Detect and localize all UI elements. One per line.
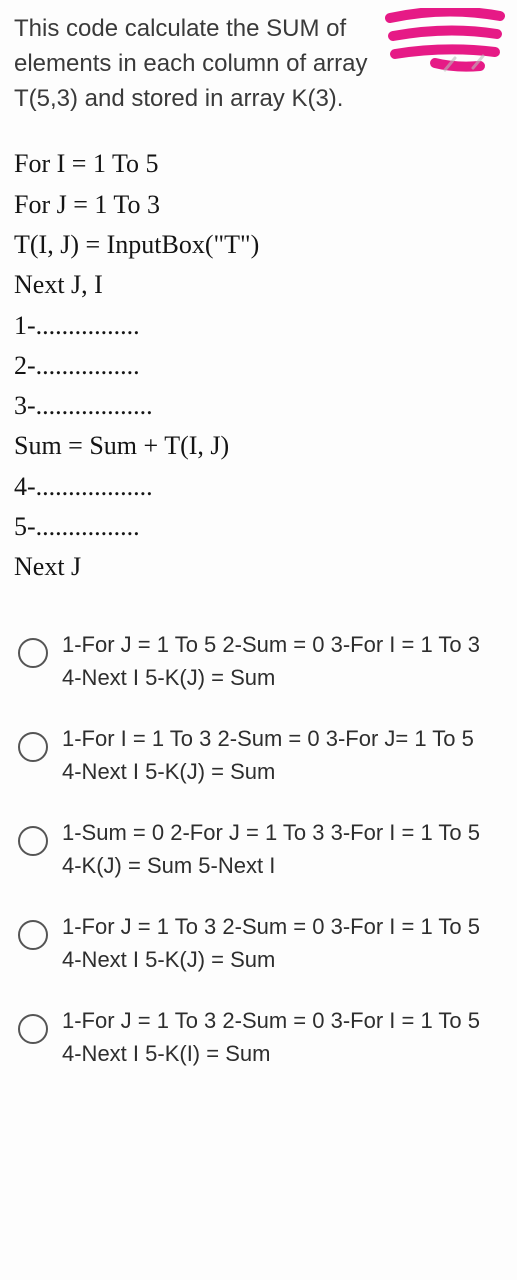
option-text: 1-For J = 1 To 5 2-Sum = 0 3-For I = 1 T… — [62, 628, 499, 694]
code-line: Next J — [14, 547, 503, 587]
code-line: 1-................ — [14, 306, 503, 346]
option-1[interactable]: 1-For J = 1 To 5 2-Sum = 0 3-For I = 1 T… — [14, 614, 503, 708]
code-line: 4-.................. — [14, 467, 503, 507]
option-2[interactable]: 1-For I = 1 To 3 2-Sum = 0 3-For J= 1 To… — [14, 708, 503, 802]
options-group: 1-For J = 1 To 5 2-Sum = 0 3-For I = 1 T… — [14, 614, 503, 1084]
code-line: For I = 1 To 5 — [14, 144, 503, 184]
radio-icon — [18, 1014, 48, 1044]
code-line: 2-................ — [14, 346, 503, 386]
radio-icon — [18, 826, 48, 856]
option-5[interactable]: 1-For J = 1 To 3 2-Sum = 0 3-For I = 1 T… — [14, 990, 503, 1084]
radio-icon — [18, 920, 48, 950]
question-page: This code calculate the SUM of elements … — [0, 0, 517, 1280]
radio-icon — [18, 638, 48, 668]
radio-icon — [18, 732, 48, 762]
option-text: 1-Sum = 0 2-For J = 1 To 3 3-For I = 1 T… — [62, 816, 499, 882]
question-intro: This code calculate the SUM of elements … — [14, 12, 503, 116]
code-line: T(I, J) = InputBox("T") — [14, 225, 503, 265]
code-line: For J = 1 To 3 — [14, 185, 503, 225]
code-line: Next J, I — [14, 265, 503, 305]
option-text: 1-For J = 1 To 3 2-Sum = 0 3-For I = 1 T… — [62, 1004, 499, 1070]
code-line: 3-.................. — [14, 386, 503, 426]
code-line: 5-................ — [14, 507, 503, 547]
option-text: 1-For J = 1 To 3 2-Sum = 0 3-For I = 1 T… — [62, 910, 499, 976]
option-3[interactable]: 1-Sum = 0 2-For J = 1 To 3 3-For I = 1 T… — [14, 802, 503, 896]
code-block: For I = 1 To 5 For J = 1 To 3 T(I, J) = … — [14, 144, 503, 587]
option-4[interactable]: 1-For J = 1 To 3 2-Sum = 0 3-For I = 1 T… — [14, 896, 503, 990]
option-text: 1-For I = 1 To 3 2-Sum = 0 3-For J= 1 To… — [62, 722, 499, 788]
code-line: Sum = Sum + T(I, J) — [14, 426, 503, 466]
